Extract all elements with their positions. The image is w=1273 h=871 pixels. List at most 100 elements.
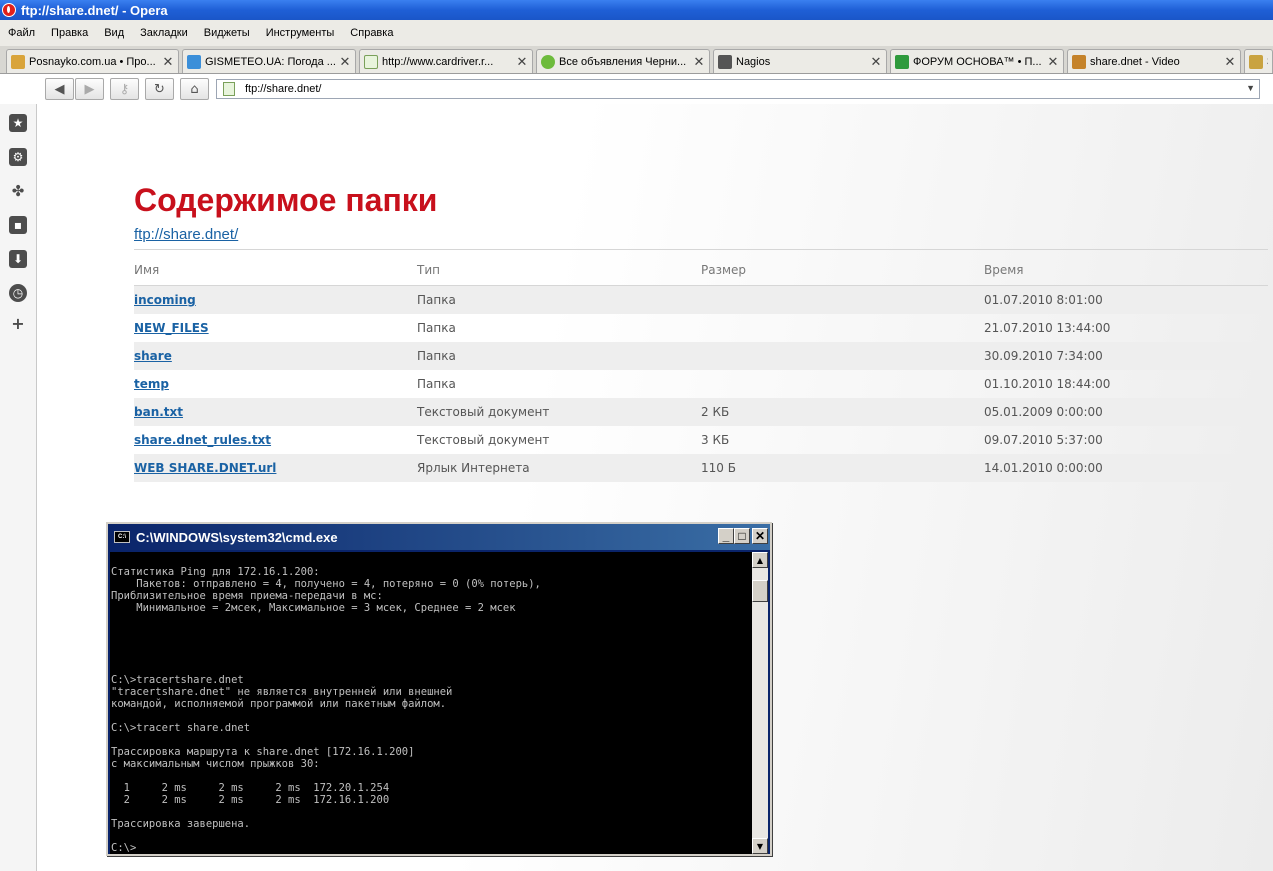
reload-button[interactable]: ↻ bbox=[145, 78, 174, 100]
menu-widgets[interactable]: Виджеты bbox=[196, 27, 258, 39]
add-panel-icon[interactable]: + bbox=[9, 314, 27, 333]
file-link[interactable]: share bbox=[134, 349, 172, 363]
menu-bookmarks[interactable]: Закладки bbox=[132, 27, 196, 39]
file-type: Ярлык Интернета bbox=[417, 461, 530, 475]
tab-posnayko[interactable]: Posnayko.com.ua • Про... ✕ bbox=[6, 49, 179, 73]
file-time: 05.01.2009 0:00:00 bbox=[984, 405, 1103, 419]
video-favicon-icon bbox=[1072, 54, 1086, 69]
close-tab-icon[interactable]: ✕ bbox=[339, 54, 351, 70]
console-icon: C:\ bbox=[114, 531, 130, 543]
tab-gismeteo[interactable]: GISMETEO.UA: Погода ... ✕ bbox=[182, 49, 356, 73]
file-size: 3 КБ bbox=[701, 433, 730, 447]
unite-icon[interactable]: ✤ bbox=[9, 182, 27, 200]
tab-nagios[interactable]: Nagios ✕ bbox=[713, 49, 887, 73]
downloads-icon[interactable]: ⬇ bbox=[9, 250, 27, 268]
ads-favicon-icon bbox=[541, 54, 555, 69]
table-row: ban.txt Текстовый документ 2 КБ 05.01.20… bbox=[134, 398, 1268, 426]
site-favicon-icon bbox=[11, 54, 25, 69]
table-row: NEW_FILES Папка 21.07.2010 13:44:00 bbox=[134, 314, 1268, 342]
tab-label: http://www.cardriver.r... bbox=[382, 55, 494, 68]
column-time[interactable]: Время bbox=[984, 263, 1024, 277]
menu-edit[interactable]: Правка bbox=[43, 27, 96, 39]
folder-path-link[interactable]: ftp://share.dnet/ bbox=[134, 226, 238, 243]
notes-icon[interactable]: ▪ bbox=[9, 216, 27, 234]
tab-label: Posnayko.com.ua • Про... bbox=[29, 55, 156, 68]
tab-download[interactable]: 3 bbox=[1244, 49, 1273, 73]
file-type: Текстовый документ bbox=[417, 405, 550, 419]
table-row: temp Папка 01.10.2010 18:44:00 bbox=[134, 370, 1268, 398]
maximize-icon: □ bbox=[738, 529, 746, 543]
file-link[interactable]: incoming bbox=[134, 293, 196, 307]
nagios-favicon-icon bbox=[718, 54, 732, 69]
cmd-window[interactable]: C:\ C:\WINDOWS\system32\cmd.exe _ □ ✕ Ст… bbox=[106, 522, 772, 856]
file-link[interactable]: ban.txt bbox=[134, 405, 183, 419]
menu-view[interactable]: Вид bbox=[96, 27, 132, 39]
tab-label: share.dnet - Video bbox=[1090, 55, 1180, 68]
table-header: Имя Тип Размер Время bbox=[134, 250, 1268, 286]
wand-button[interactable]: ⚷ bbox=[110, 78, 139, 100]
file-table: Имя Тип Размер Время incoming Папка 01.0… bbox=[134, 249, 1268, 482]
address-toolbar: ◀ ▶ ⚷ ↻ ⌂ ftp://share.dnet/ ▼ bbox=[0, 74, 1273, 104]
close-tab-icon[interactable]: ✕ bbox=[870, 54, 882, 70]
table-row: WEB SHARE.DNET.url Ярлык Интернета 110 Б… bbox=[134, 454, 1268, 482]
file-link[interactable]: temp bbox=[134, 377, 169, 391]
page-favicon-icon bbox=[364, 54, 378, 69]
history-icon[interactable]: ◷ bbox=[9, 284, 27, 302]
download-favicon-icon bbox=[1249, 54, 1263, 69]
close-button[interactable]: ✕ bbox=[752, 528, 768, 544]
file-time: 01.07.2010 8:01:00 bbox=[984, 293, 1103, 307]
tab-cardriver[interactable]: http://www.cardriver.r... ✕ bbox=[359, 49, 533, 73]
home-button[interactable]: ⌂ bbox=[180, 78, 209, 100]
close-tab-icon[interactable]: ✕ bbox=[162, 54, 174, 70]
close-tab-icon[interactable]: ✕ bbox=[1047, 54, 1059, 70]
close-icon: ✕ bbox=[754, 529, 766, 543]
close-tab-icon[interactable]: ✕ bbox=[1224, 54, 1236, 70]
column-size[interactable]: Размер bbox=[701, 263, 746, 277]
chevron-down-icon[interactable]: ▼ bbox=[1246, 83, 1255, 93]
home-icon: ⌂ bbox=[190, 81, 199, 97]
column-name[interactable]: Имя bbox=[134, 263, 159, 277]
file-time: 14.01.2010 0:00:00 bbox=[984, 461, 1103, 475]
scroll-thumb[interactable] bbox=[752, 580, 768, 602]
page-icon bbox=[223, 82, 235, 96]
file-link[interactable]: share.dnet_rules.txt bbox=[134, 433, 271, 447]
wand-icon: ⚷ bbox=[119, 81, 130, 97]
window-title: ftp://share.dnet/ - Opera bbox=[21, 2, 168, 18]
side-panel: ★ ⚙ ✤ ▪ ⬇ ◷ + bbox=[0, 104, 37, 871]
tab-ads[interactable]: Все объявления Черни... ✕ bbox=[536, 49, 710, 73]
bookmarks-icon[interactable]: ★ bbox=[9, 114, 27, 132]
forward-icon: ▶ bbox=[84, 81, 95, 97]
tab-bar: Posnayko.com.ua • Про... ✕ GISMETEO.UA: … bbox=[0, 46, 1273, 74]
file-link[interactable]: NEW_FILES bbox=[134, 321, 209, 335]
window-titlebar: ftp://share.dnet/ - Opera bbox=[0, 0, 1273, 20]
scroll-down-icon[interactable]: ▼ bbox=[752, 838, 768, 854]
file-time: 09.07.2010 5:37:00 bbox=[984, 433, 1103, 447]
file-type: Папка bbox=[417, 321, 456, 335]
tab-forum[interactable]: ФОРУМ ОСНОВА™ • П... ✕ bbox=[890, 49, 1064, 73]
tab-label: GISMETEO.UA: Погода ... bbox=[205, 55, 336, 68]
menu-help[interactable]: Справка bbox=[342, 27, 401, 39]
cmd-output[interactable]: Статистика Ping для 172.16.1.200: Пакето… bbox=[110, 552, 752, 854]
forward-button[interactable]: ▶ bbox=[75, 78, 104, 100]
back-button[interactable]: ◀ bbox=[45, 78, 74, 100]
widgets-icon[interactable]: ⚙ bbox=[9, 148, 27, 166]
menu-file[interactable]: Файл bbox=[0, 27, 43, 39]
scroll-up-icon[interactable]: ▲ bbox=[752, 552, 768, 568]
menu-tools[interactable]: Инструменты bbox=[258, 27, 343, 39]
column-type[interactable]: Тип bbox=[417, 263, 440, 277]
minimize-button[interactable]: _ bbox=[718, 528, 734, 544]
minimize-icon: _ bbox=[722, 529, 730, 543]
tab-video[interactable]: share.dnet - Video ✕ bbox=[1067, 49, 1241, 73]
cmd-titlebar[interactable]: C:\ C:\WINDOWS\system32\cmd.exe _ □ ✕ bbox=[108, 524, 770, 550]
reload-icon: ↻ bbox=[154, 81, 165, 97]
maximize-button[interactable]: □ bbox=[734, 528, 750, 544]
close-tab-icon[interactable]: ✕ bbox=[693, 54, 705, 70]
file-type: Папка bbox=[417, 293, 456, 307]
file-link[interactable]: WEB SHARE.DNET.url bbox=[134, 461, 276, 475]
forum-favicon-icon bbox=[895, 54, 909, 69]
close-tab-icon[interactable]: ✕ bbox=[516, 54, 528, 70]
cmd-scrollbar[interactable]: ▲ ▼ bbox=[752, 552, 768, 854]
file-size: 110 Б bbox=[701, 461, 736, 475]
address-field[interactable]: ftp://share.dnet/ ▼ bbox=[216, 79, 1260, 99]
cmd-title: C:\WINDOWS\system32\cmd.exe bbox=[136, 529, 338, 545]
